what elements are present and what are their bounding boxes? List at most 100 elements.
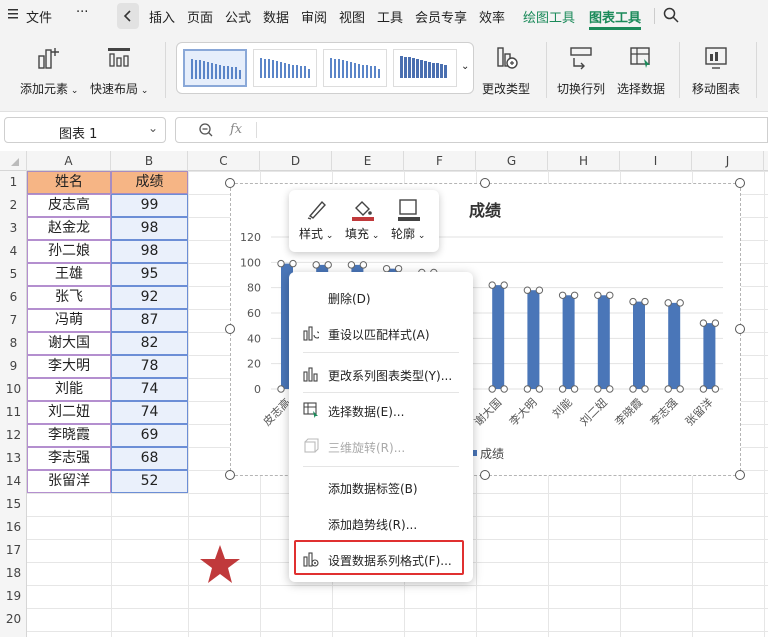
chevron-down-icon[interactable]: ⌄ bbox=[148, 121, 158, 135]
bar[interactable] bbox=[633, 301, 645, 389]
chart-resize-handle[interactable] bbox=[480, 178, 490, 188]
name-box[interactable]: 图表 1 ⌄ bbox=[4, 117, 166, 143]
chart-resize-handle[interactable] bbox=[735, 470, 745, 480]
col-header-h[interactable]: H bbox=[548, 151, 620, 171]
table-cell-score[interactable]: 95 bbox=[111, 263, 188, 286]
menu-data[interactable]: 数据 bbox=[263, 7, 289, 26]
row-header[interactable]: 10 bbox=[0, 382, 27, 396]
menu-view[interactable]: 视图 bbox=[339, 7, 365, 26]
col-header-d[interactable]: D bbox=[260, 151, 332, 171]
table-cell-name[interactable]: 王雄 bbox=[27, 263, 111, 286]
style-button[interactable]: 样式 ⌄ bbox=[299, 196, 333, 242]
table-cell-name[interactable]: 孙二娘 bbox=[27, 240, 111, 263]
table-cell-name[interactable]: 李志强 bbox=[27, 447, 111, 470]
menu-hamburger-icon[interactable] bbox=[8, 8, 18, 20]
col-header-f[interactable]: F bbox=[404, 151, 476, 171]
row-header[interactable]: 5 bbox=[0, 267, 27, 281]
row-header[interactable]: 12 bbox=[0, 428, 27, 442]
row-header[interactable]: 15 bbox=[0, 497, 27, 511]
table-cell-name[interactable]: 张飞 bbox=[27, 286, 111, 309]
table-cell-name[interactable]: 谢大国 bbox=[27, 332, 111, 355]
row-header[interactable]: 6 bbox=[0, 290, 27, 304]
menu-efficiency[interactable]: 效率 bbox=[479, 7, 505, 26]
ctx-reset-style[interactable]: 重设以匹配样式(A) bbox=[289, 320, 473, 346]
chart-style-thumb-3[interactable] bbox=[323, 49, 387, 87]
gallery-dropdown-icon[interactable]: ⌄ bbox=[461, 61, 469, 72]
row-header[interactable]: 1 bbox=[0, 175, 27, 189]
row-header[interactable]: 18 bbox=[0, 566, 27, 580]
table-cell-score[interactable]: 78 bbox=[111, 355, 188, 378]
table-cell-score[interactable]: 98 bbox=[111, 240, 188, 263]
chart-resize-handle[interactable] bbox=[735, 324, 745, 334]
col-header-j[interactable]: J bbox=[692, 151, 764, 171]
chart-style-thumb-4[interactable] bbox=[393, 49, 457, 87]
col-header-e[interactable]: E bbox=[332, 151, 404, 171]
chart-style-thumb-1[interactable] bbox=[183, 49, 247, 87]
ctx-delete[interactable]: 删除(D) bbox=[289, 284, 473, 310]
table-cell-score[interactable]: 74 bbox=[111, 401, 188, 424]
header-cell-name[interactable]: 姓名 bbox=[27, 171, 111, 194]
add-element-button[interactable]: 添加元素 ⌄ bbox=[20, 40, 78, 97]
row-header[interactable]: 16 bbox=[0, 520, 27, 534]
bar[interactable] bbox=[703, 323, 716, 389]
table-cell-name[interactable]: 李晓霞 bbox=[27, 424, 111, 447]
chart-resize-handle[interactable] bbox=[225, 470, 235, 480]
row-header[interactable]: 17 bbox=[0, 543, 27, 557]
switch-rowcol-button[interactable]: 切换行列 bbox=[557, 40, 605, 97]
table-cell-score[interactable]: 82 bbox=[111, 332, 188, 355]
table-cell-name[interactable]: 张留洋 bbox=[27, 470, 111, 493]
table-cell-score[interactable]: 52 bbox=[111, 470, 188, 493]
fx-icon[interactable]: fx bbox=[230, 122, 242, 137]
row-header[interactable]: 7 bbox=[0, 313, 27, 327]
bar[interactable] bbox=[562, 295, 575, 389]
table-cell-name[interactable]: 刘二妞 bbox=[27, 401, 111, 424]
row-header[interactable]: 11 bbox=[0, 405, 27, 419]
bar[interactable] bbox=[527, 290, 540, 389]
menu-drawing-tools[interactable]: 绘图工具 bbox=[523, 7, 575, 26]
zoom-icon[interactable] bbox=[198, 122, 214, 138]
row-header[interactable]: 9 bbox=[0, 359, 27, 373]
menu-page[interactable]: 页面 bbox=[187, 7, 213, 26]
table-cell-score[interactable]: 74 bbox=[111, 378, 188, 401]
col-header-a[interactable]: A bbox=[27, 151, 111, 171]
ctx-select-data[interactable]: 选择数据(E)... bbox=[289, 397, 473, 423]
search-icon[interactable] bbox=[663, 7, 679, 23]
col-header-c[interactable]: C bbox=[188, 151, 260, 171]
ctx-change-series-type[interactable]: 更改系列图表类型(Y)... bbox=[289, 361, 473, 387]
menu-insert[interactable]: 插入 bbox=[149, 7, 175, 26]
chart-resize-handle[interactable] bbox=[225, 178, 235, 188]
fill-button[interactable]: 填充 ⌄ bbox=[345, 196, 379, 242]
table-cell-name[interactable]: 刘能 bbox=[27, 378, 111, 401]
header-cell-score[interactable]: 成绩 bbox=[111, 171, 188, 194]
menu-tools[interactable]: 工具 bbox=[377, 7, 403, 26]
menu-chart-tools[interactable]: 图表工具 bbox=[589, 7, 641, 26]
bar[interactable] bbox=[668, 302, 681, 389]
row-header[interactable]: 8 bbox=[0, 336, 27, 350]
menu-member[interactable]: 会员专享 bbox=[415, 7, 467, 26]
table-cell-score[interactable]: 68 bbox=[111, 447, 188, 470]
table-cell-score[interactable]: 98 bbox=[111, 217, 188, 240]
select-data-button[interactable]: 选择数据 bbox=[617, 40, 665, 97]
ctx-add-data-labels[interactable]: 添加数据标签(B) bbox=[289, 474, 473, 500]
table-cell-score[interactable]: 87 bbox=[111, 309, 188, 332]
table-cell-name[interactable]: 赵金龙 bbox=[27, 217, 111, 240]
bar[interactable] bbox=[492, 285, 505, 389]
chart-style-thumb-2[interactable] bbox=[253, 49, 317, 87]
table-cell-score[interactable]: 92 bbox=[111, 286, 188, 309]
quick-layout-button[interactable]: 快速布局 ⌄ bbox=[90, 40, 148, 97]
table-cell-score[interactable]: 99 bbox=[111, 194, 188, 217]
row-header[interactable]: 2 bbox=[0, 198, 27, 212]
chart-resize-handle[interactable] bbox=[735, 178, 745, 188]
table-cell-name[interactable]: 皮志高 bbox=[27, 194, 111, 217]
select-all-corner[interactable] bbox=[0, 151, 27, 171]
ctx-add-trendline[interactable]: 添加趋势线(R)... bbox=[289, 510, 473, 536]
table-cell-name[interactable]: 冯萌 bbox=[27, 309, 111, 332]
row-header[interactable]: 4 bbox=[0, 244, 27, 258]
col-header-i[interactable]: I bbox=[620, 151, 692, 171]
bar[interactable] bbox=[597, 295, 610, 389]
outline-button[interactable]: 轮廓 ⌄ bbox=[391, 196, 425, 242]
col-header-g[interactable]: G bbox=[476, 151, 548, 171]
col-header-b[interactable]: B bbox=[111, 151, 188, 171]
table-cell-score[interactable]: 69 bbox=[111, 424, 188, 447]
menu-review[interactable]: 审阅 bbox=[301, 7, 327, 26]
